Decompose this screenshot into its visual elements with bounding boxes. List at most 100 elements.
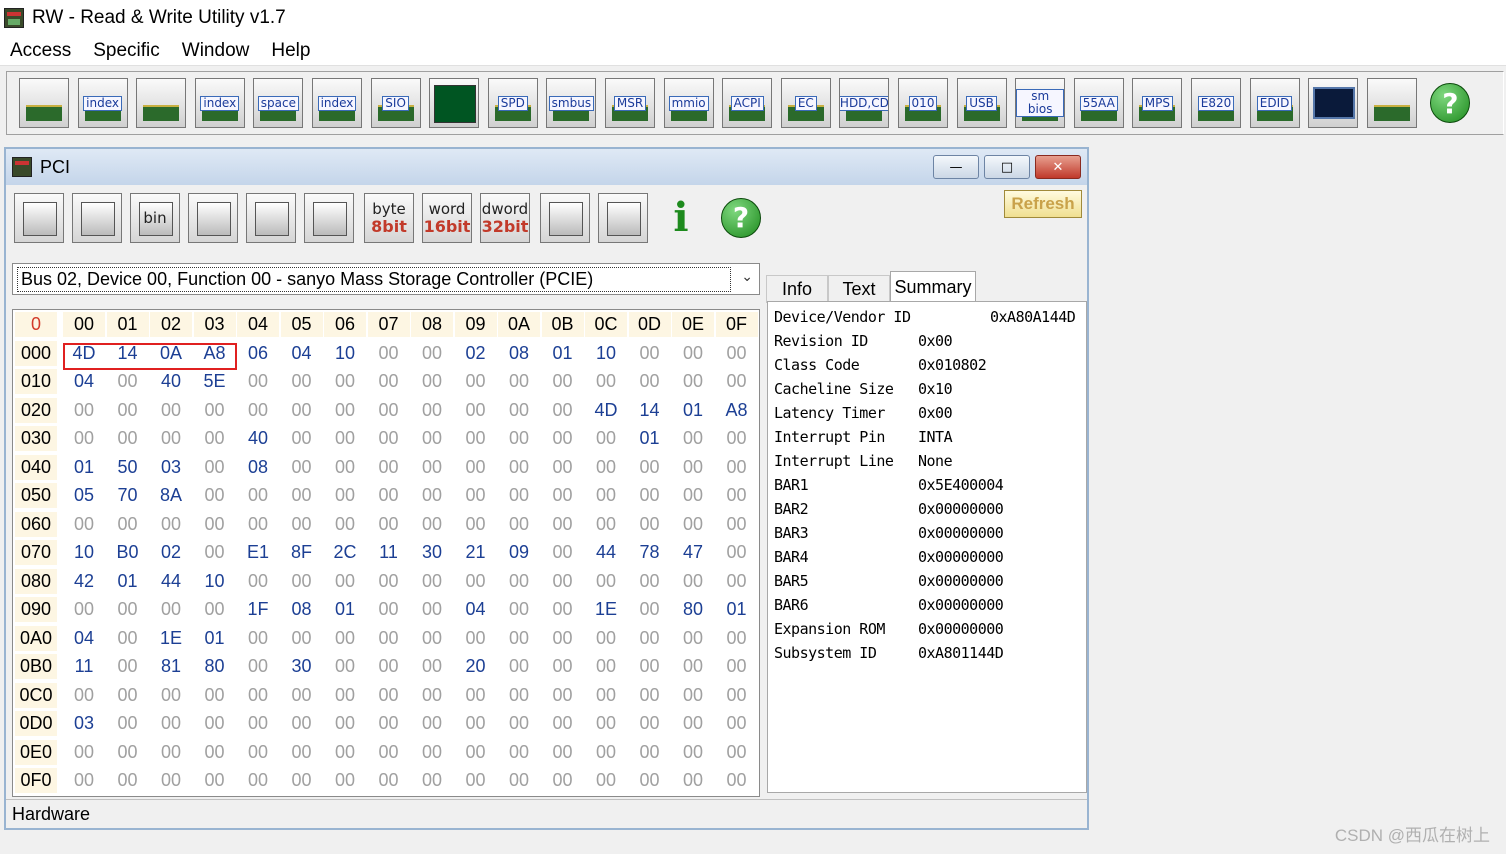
msr-button[interactable]: MSR bbox=[605, 78, 655, 128]
hex-byte-cell[interactable]: 2C bbox=[324, 540, 366, 565]
hex-byte-cell[interactable]: 00 bbox=[629, 369, 671, 394]
hex-byte-cell[interactable]: 00 bbox=[585, 654, 627, 679]
hex-byte-cell[interactable]: 06 bbox=[237, 341, 279, 366]
hex-byte-cell[interactable]: 00 bbox=[672, 455, 714, 480]
hex-byte-cell[interactable]: 00 bbox=[716, 512, 758, 537]
hex-byte-cell[interactable]: 4D bbox=[63, 341, 105, 366]
hex-byte-cell[interactable]: 00 bbox=[498, 512, 540, 537]
memory-button[interactable] bbox=[136, 78, 187, 128]
hex-byte-cell[interactable]: 00 bbox=[585, 426, 627, 451]
hex-byte-cell[interactable]: 00 bbox=[629, 654, 671, 679]
hex-byte-cell[interactable]: 40 bbox=[150, 369, 192, 394]
hex-byte-cell[interactable]: 00 bbox=[716, 455, 758, 480]
hex-byte-cell[interactable]: 00 bbox=[194, 711, 236, 736]
hex-byte-cell[interactable]: 00 bbox=[324, 512, 366, 537]
hex-byte-cell[interactable]: 00 bbox=[672, 483, 714, 508]
hex-byte-cell[interactable]: 00 bbox=[150, 398, 192, 423]
hex-byte-cell[interactable]: 00 bbox=[455, 569, 497, 594]
hex-byte-cell[interactable]: 00 bbox=[716, 483, 758, 508]
hex-byte-cell[interactable]: 00 bbox=[455, 683, 497, 708]
hex-byte-cell[interactable]: 00 bbox=[542, 626, 584, 651]
hex-byte-cell[interactable]: 00 bbox=[716, 711, 758, 736]
hex-byte-cell[interactable]: 00 bbox=[411, 512, 453, 537]
hex-byte-cell[interactable]: 00 bbox=[63, 426, 105, 451]
hex-byte-cell[interactable]: 01 bbox=[194, 626, 236, 651]
hex-byte-cell[interactable]: 05 bbox=[63, 483, 105, 508]
hex-byte-cell[interactable]: 00 bbox=[542, 683, 584, 708]
pci-button[interactable] bbox=[19, 78, 69, 128]
hex-byte-cell[interactable]: 00 bbox=[150, 683, 192, 708]
hex-byte-cell[interactable]: 00 bbox=[63, 683, 105, 708]
dword-button[interactable]: dword 32bit bbox=[480, 193, 530, 243]
hex-byte-cell[interactable]: 00 bbox=[629, 597, 671, 622]
hex-byte-cell[interactable]: 00 bbox=[542, 512, 584, 537]
hex-byte-cell[interactable]: 00 bbox=[585, 369, 627, 394]
hex-byte-cell[interactable]: 00 bbox=[281, 483, 323, 508]
hex-byte-cell[interactable]: 00 bbox=[455, 768, 497, 793]
hex-byte-cell[interactable]: 00 bbox=[542, 398, 584, 423]
hex-byte-cell[interactable]: 00 bbox=[194, 740, 236, 765]
hex-byte-cell[interactable]: 00 bbox=[542, 369, 584, 394]
tab-summary[interactable]: Summary bbox=[890, 271, 976, 303]
hex-byte-cell[interactable]: 00 bbox=[237, 369, 279, 394]
hex-byte-cell[interactable]: 00 bbox=[281, 398, 323, 423]
hex-byte-cell[interactable]: 08 bbox=[237, 455, 279, 480]
hex-byte-cell[interactable]: 00 bbox=[107, 683, 149, 708]
cmos-button[interactable]: 010 bbox=[898, 78, 948, 128]
settings-button[interactable] bbox=[598, 193, 648, 243]
hex-byte-cell[interactable]: 00 bbox=[324, 626, 366, 651]
hex-byte-cell[interactable]: 00 bbox=[324, 369, 366, 394]
hex-byte-cell[interactable]: 00 bbox=[672, 426, 714, 451]
hdd-cd-button[interactable]: HDD,CD bbox=[839, 78, 890, 128]
spd-button[interactable]: SPD bbox=[487, 78, 538, 128]
hex-byte-cell[interactable]: 00 bbox=[194, 398, 236, 423]
hex-byte-cell[interactable]: 00 bbox=[411, 740, 453, 765]
menu-help[interactable]: Help bbox=[271, 40, 310, 62]
hex-byte-cell[interactable]: 00 bbox=[629, 483, 671, 508]
byte-button[interactable]: byte 8bit bbox=[364, 193, 414, 243]
hex-byte-cell[interactable]: 00 bbox=[672, 768, 714, 793]
hex-byte-cell[interactable]: 00 bbox=[716, 426, 758, 451]
hex-byte-cell[interactable]: 00 bbox=[629, 341, 671, 366]
hex-byte-cell[interactable]: 1E bbox=[150, 626, 192, 651]
hex-byte-cell[interactable]: 00 bbox=[281, 626, 323, 651]
hex-byte-cell[interactable]: 00 bbox=[63, 398, 105, 423]
hex-byte-cell[interactable]: 08 bbox=[281, 597, 323, 622]
hex-byte-cell[interactable]: 01 bbox=[629, 426, 671, 451]
hex-byte-cell[interactable]: 5E bbox=[194, 369, 236, 394]
hex-byte-cell[interactable]: 00 bbox=[368, 455, 410, 480]
hex-byte-cell[interactable]: 00 bbox=[672, 569, 714, 594]
hex-byte-cell[interactable]: 00 bbox=[411, 455, 453, 480]
hex-byte-cell[interactable]: 00 bbox=[629, 683, 671, 708]
hex-byte-cell[interactable]: 00 bbox=[455, 512, 497, 537]
hex-byte-cell[interactable]: 00 bbox=[324, 711, 366, 736]
hex-byte-cell[interactable]: 00 bbox=[716, 654, 758, 679]
hex-byte-cell[interactable]: 00 bbox=[585, 711, 627, 736]
maximize-button[interactable]: □ bbox=[984, 155, 1030, 179]
hex-byte-cell[interactable]: 00 bbox=[194, 426, 236, 451]
tab-text[interactable]: Text bbox=[828, 275, 890, 303]
hex-byte-cell[interactable]: 00 bbox=[368, 740, 410, 765]
hex-byte-cell[interactable]: 00 bbox=[324, 683, 366, 708]
hex-byte-cell[interactable]: 04 bbox=[63, 369, 105, 394]
tree-button[interactable] bbox=[540, 193, 590, 243]
hex-byte-cell[interactable]: 00 bbox=[455, 626, 497, 651]
hex-byte-cell[interactable]: 70 bbox=[107, 483, 149, 508]
hex-byte-cell[interactable]: 00 bbox=[411, 483, 453, 508]
hex-byte-cell[interactable]: 00 bbox=[498, 654, 540, 679]
acpi-button[interactable]: ACPI bbox=[722, 78, 773, 128]
hex-byte-cell[interactable]: 00 bbox=[498, 597, 540, 622]
hex-byte-cell[interactable]: 00 bbox=[629, 626, 671, 651]
hex-byte-cell[interactable]: 00 bbox=[194, 683, 236, 708]
hex-byte-cell[interactable]: 42 bbox=[63, 569, 105, 594]
hex-byte-cell[interactable]: 00 bbox=[411, 683, 453, 708]
hex-byte-cell[interactable]: 10 bbox=[585, 341, 627, 366]
minimize-button[interactable]: — bbox=[933, 155, 979, 179]
hex-byte-cell[interactable]: 00 bbox=[455, 369, 497, 394]
hex-byte-cell[interactable]: 00 bbox=[237, 569, 279, 594]
hex-byte-cell[interactable]: 50 bbox=[107, 455, 149, 480]
hex-byte-cell[interactable]: 00 bbox=[455, 711, 497, 736]
hex-byte-cell[interactable]: 00 bbox=[585, 569, 627, 594]
hex-byte-cell[interactable]: 00 bbox=[237, 711, 279, 736]
hex-byte-cell[interactable]: 00 bbox=[324, 569, 366, 594]
